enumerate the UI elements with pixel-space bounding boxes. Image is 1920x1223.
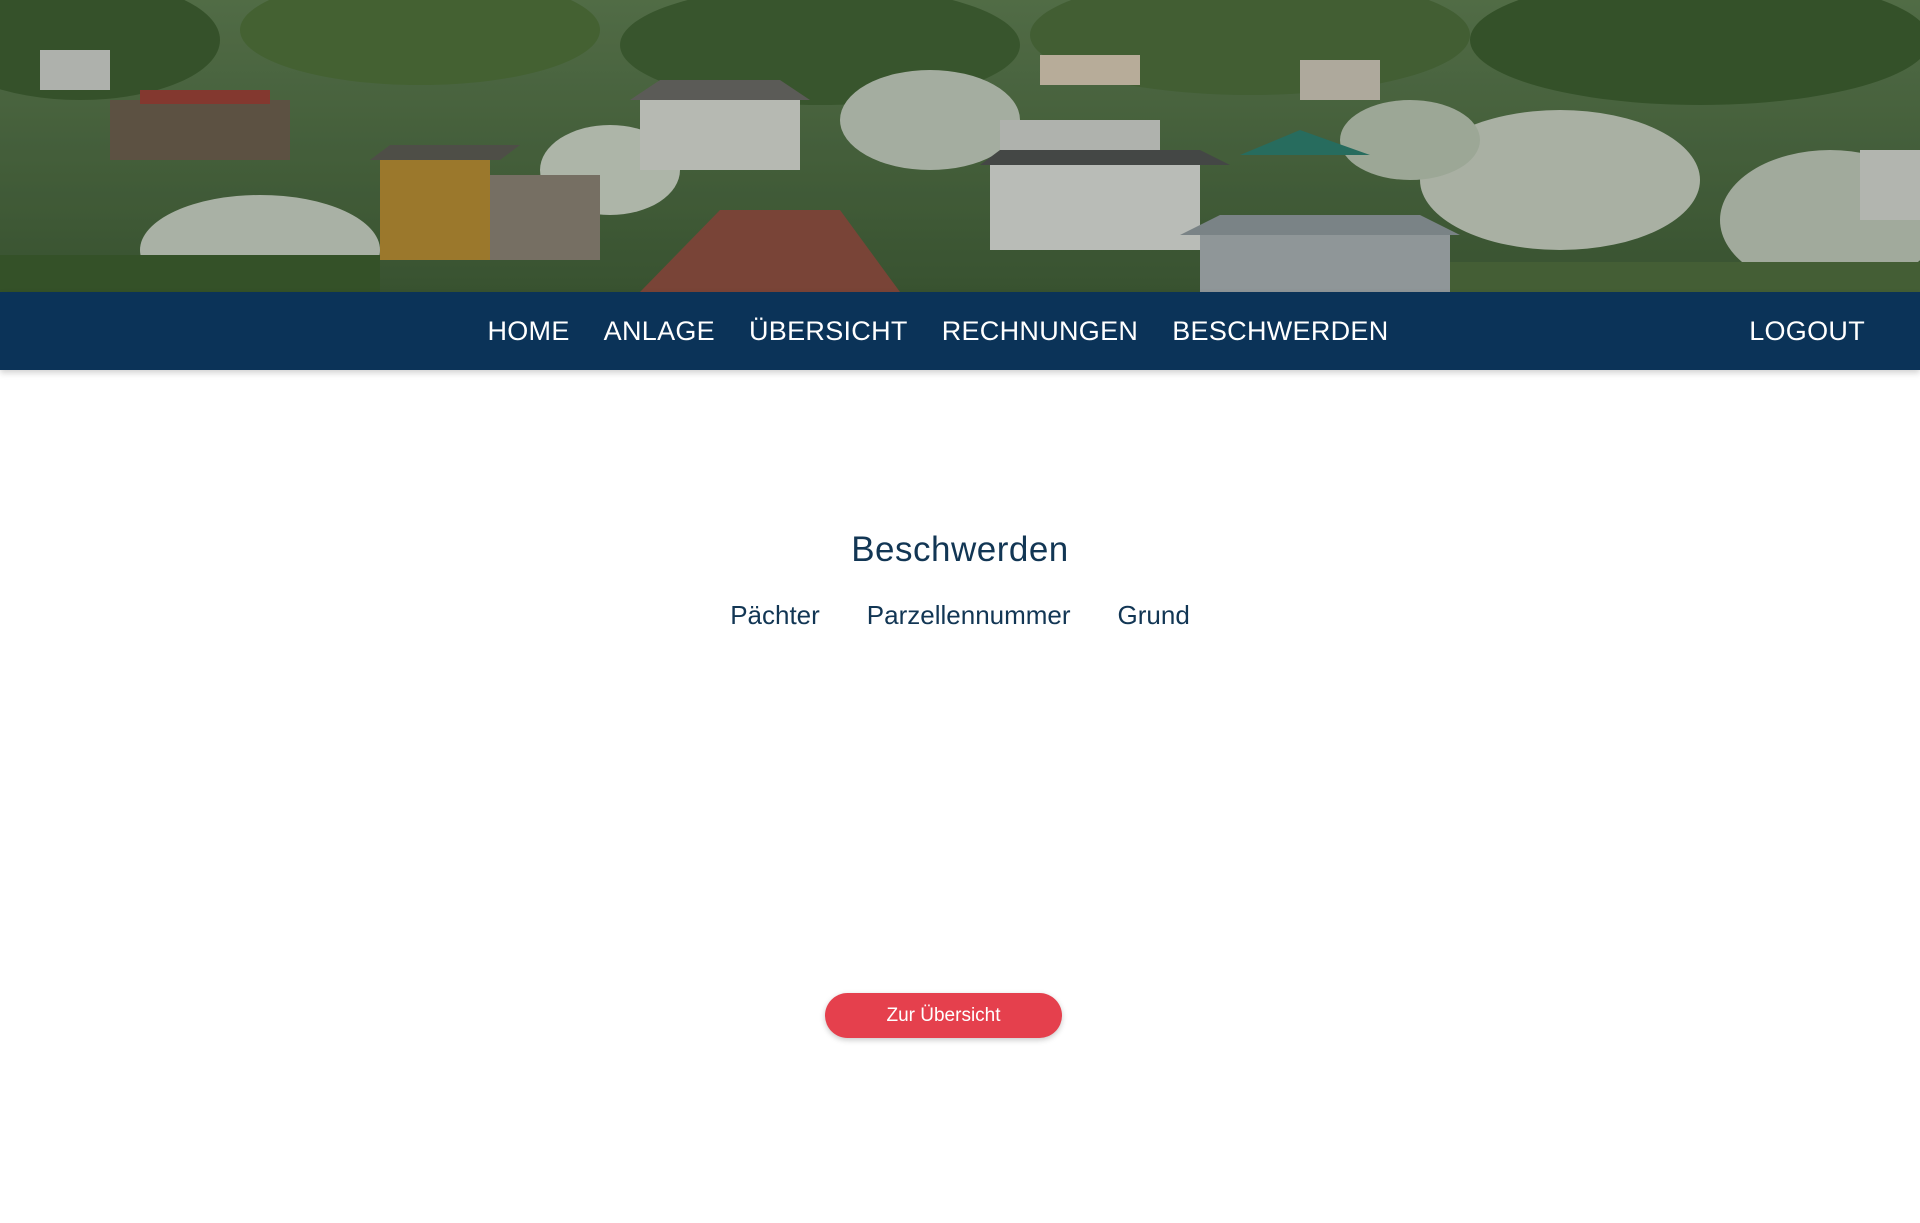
nav-item-rechnungen[interactable]: RECHNUNGEN <box>942 316 1139 347</box>
page: HOME ANLAGE ÜBERSICHT RECHNUNGEN BESCHWE… <box>0 0 1920 1223</box>
hero-banner-image <box>0 0 1920 292</box>
column-header-parzellennummer: Parzellennummer <box>866 600 1071 630</box>
column-header-grund: Grund <box>1117 600 1190 630</box>
logout-link[interactable]: LOGOUT <box>1749 292 1865 370</box>
nav-item-anlage[interactable]: ANLAGE <box>604 316 715 347</box>
nav-item-home[interactable]: HOME <box>487 316 569 347</box>
column-header-paechter: Pächter <box>730 600 820 630</box>
main-navigation: HOME ANLAGE ÜBERSICHT RECHNUNGEN BESCHWE… <box>0 292 1920 370</box>
nav-links: HOME ANLAGE ÜBERSICHT RECHNUNGEN BESCHWE… <box>0 292 1920 370</box>
nav-item-uebersicht[interactable]: ÜBERSICHT <box>749 316 908 347</box>
nav-item-beschwerden[interactable]: BESCHWERDEN <box>1172 316 1388 347</box>
complaints-table-header: Pächter Parzellennummer Grund <box>0 600 1920 631</box>
page-title: Beschwerden <box>851 530 1069 569</box>
back-to-overview-button[interactable]: Zur Übersicht <box>825 993 1062 1038</box>
allotment-gardens-photo <box>0 0 1920 292</box>
